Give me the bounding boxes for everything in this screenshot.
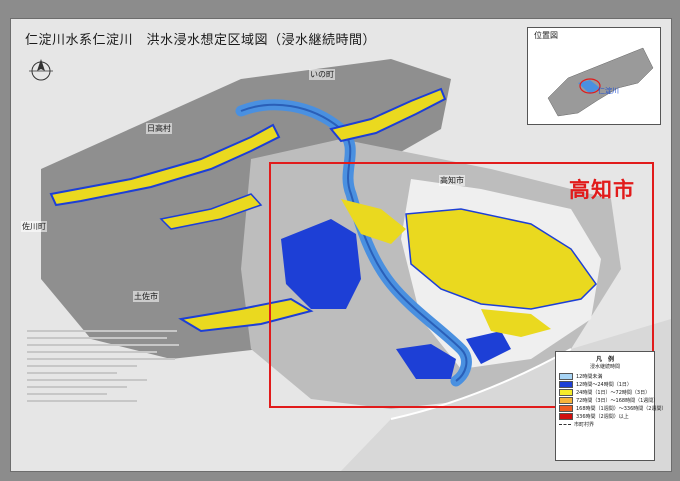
legend-item: 72時間（3日）～168時間（1週間）	[559, 396, 658, 404]
legend-subtitle: 浸水継続時間	[589, 364, 620, 370]
legend-item: 336時間（2週間）以上	[559, 412, 651, 420]
legend-title: 凡 例	[595, 356, 614, 363]
inset-river-label: 仁淀川	[598, 87, 619, 95]
legend-item: 12時間未満	[559, 372, 651, 380]
legend-item: 24時間（1日）～72時間（3日）	[559, 388, 651, 396]
map-notes	[27, 325, 183, 465]
place-ino: いの町	[309, 69, 335, 80]
map-legend: 凡 例 浸水継続時間 12時間未満 12時間～24時間（1日） 24時間（1日）…	[555, 351, 666, 461]
kochi-city-label: 高知市	[569, 178, 635, 202]
place-sakawa: 佐川町	[21, 221, 47, 232]
place-tosa: 土佐市	[133, 291, 159, 302]
location-inset-map: 位置図 仁淀川	[527, 27, 661, 125]
shikoku-outline	[547, 47, 654, 117]
map-sheet: 仁淀川水系仁淀川 洪水浸水想定区域図（浸水継続時間） いの町 日高村 佐川町 土…	[10, 18, 672, 472]
map-title: 仁淀川水系仁淀川 洪水浸水想定区域図（浸水継続時間）	[25, 33, 377, 48]
place-hidaka: 日高村	[146, 123, 172, 134]
legend-item: 168時間（1週間）～336時間（2週間）	[559, 404, 666, 412]
legend-boundary: 市町村界	[559, 420, 651, 428]
legend-item: 12時間～24時間（1日）	[559, 380, 651, 388]
